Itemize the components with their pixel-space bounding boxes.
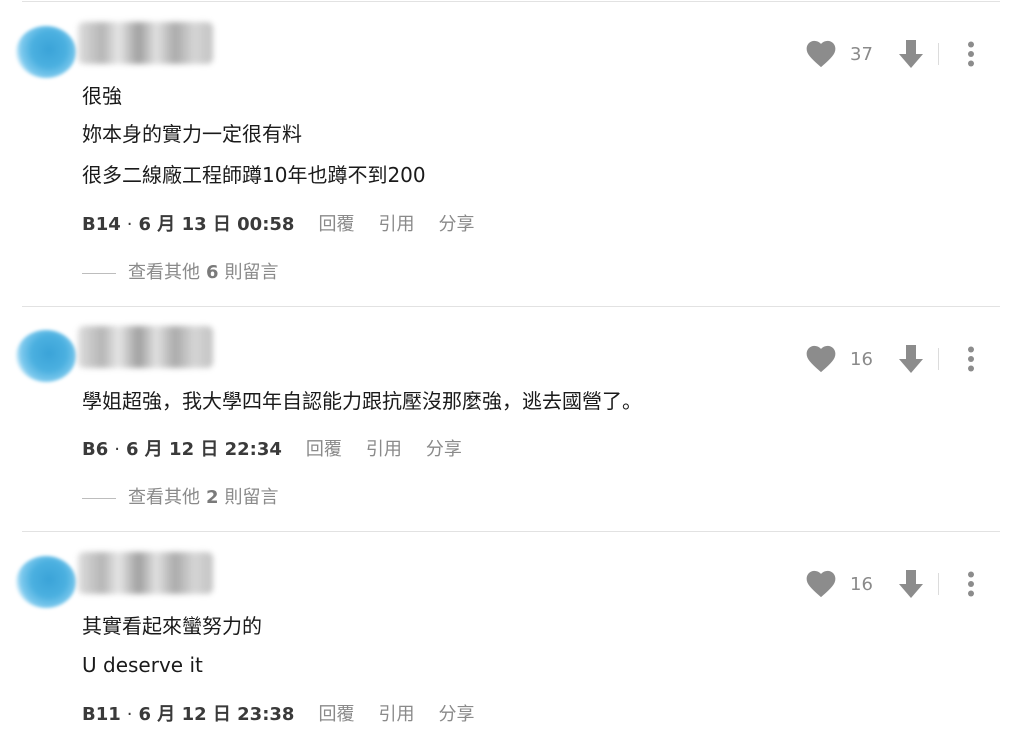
- share-button[interactable]: 分享: [438, 214, 474, 236]
- quote-button[interactable]: 引用: [378, 704, 414, 726]
- more-replies-prefix: 查看其他: [128, 262, 200, 283]
- more-replies-line: [82, 272, 116, 274]
- comment-text-line: 很強: [82, 84, 122, 108]
- divider: [22, 306, 1000, 307]
- more-replies-suffix: 則留言: [224, 262, 279, 283]
- view-more-replies-button[interactable]: 查看其他 6 則留言: [82, 262, 279, 284]
- timestamp: 6 月 12 日 22:34: [125, 439, 282, 460]
- more-replies-prefix: 查看其他: [128, 487, 200, 508]
- share-button[interactable]: 分享: [426, 439, 462, 461]
- avatar[interactable]: [16, 26, 76, 78]
- timestamp: 6 月 13 日 00:58: [138, 214, 295, 235]
- author-name-blurred[interactable]: [78, 326, 213, 368]
- like-count: 16: [850, 348, 873, 370]
- reply-button[interactable]: 回覆: [318, 214, 354, 236]
- timestamp: 6 月 12 日 23:38: [138, 704, 295, 725]
- meta-separator: ·: [114, 439, 120, 460]
- meta-separator: ·: [126, 214, 133, 235]
- quote-button[interactable]: 引用: [378, 214, 414, 236]
- floor-label: B14: [82, 214, 121, 235]
- divider: [22, 531, 1000, 532]
- author-name-blurred[interactable]: [78, 552, 213, 594]
- author-name-blurred[interactable]: [78, 22, 213, 64]
- comment-meta: B14 · 6 月 13 日 00:58 回覆 引用 分享: [82, 214, 474, 236]
- comment-text-line: 其實看起來蠻努力的: [82, 614, 262, 638]
- share-button[interactable]: 分享: [438, 704, 474, 726]
- like-count: 16: [850, 573, 873, 595]
- avatar[interactable]: [16, 556, 76, 608]
- comment-text-line: U deserve it: [82, 653, 203, 677]
- reply-button[interactable]: 回覆: [318, 704, 354, 726]
- comment-actions: 16: [806, 344, 996, 374]
- floor-label: B6: [82, 439, 109, 460]
- heart-icon[interactable]: [806, 345, 836, 373]
- comment-text-line: 妳本身的實力一定很有料: [82, 122, 302, 146]
- comment-meta: B11 · 6 月 12 日 23:38 回覆 引用 分享: [82, 704, 474, 726]
- arrow-down-icon[interactable]: [898, 39, 924, 69]
- comment-actions: 16: [806, 569, 996, 599]
- quote-button[interactable]: 引用: [366, 439, 402, 461]
- actions-divider: [938, 348, 939, 370]
- meta-separator: ·: [126, 704, 133, 725]
- actions-divider: [938, 43, 939, 65]
- arrow-down-icon[interactable]: [898, 569, 924, 599]
- arrow-down-icon[interactable]: [898, 344, 924, 374]
- comment-meta: B6 · 6 月 12 日 22:34 回覆 引用 分享: [82, 439, 462, 461]
- like-count: 37: [850, 43, 873, 65]
- heart-icon[interactable]: [806, 40, 836, 68]
- divider: [22, 1, 1000, 2]
- floor-label: B11: [82, 704, 121, 725]
- view-more-replies-button[interactable]: 查看其他 2 則留言: [82, 487, 279, 509]
- more-replies-count: 6: [206, 262, 219, 283]
- more-replies-suffix: 則留言: [224, 487, 279, 508]
- comment-text-line: 很多二線廠工程師蹲10年也蹲不到200: [82, 163, 426, 187]
- reply-button[interactable]: 回覆: [306, 439, 342, 461]
- heart-icon[interactable]: [806, 570, 836, 598]
- more-vertical-icon[interactable]: [967, 41, 975, 67]
- more-replies-line: [82, 497, 116, 499]
- more-replies-count: 2: [206, 487, 219, 508]
- comment-text-line: 學姐超強，我大學四年自認能力跟抗壓沒那麼強，逃去國營了。: [82, 389, 642, 413]
- avatar[interactable]: [16, 330, 76, 382]
- comment-actions: 37: [806, 39, 996, 69]
- more-vertical-icon[interactable]: [967, 346, 975, 372]
- actions-divider: [938, 573, 939, 595]
- more-vertical-icon[interactable]: [967, 571, 975, 597]
